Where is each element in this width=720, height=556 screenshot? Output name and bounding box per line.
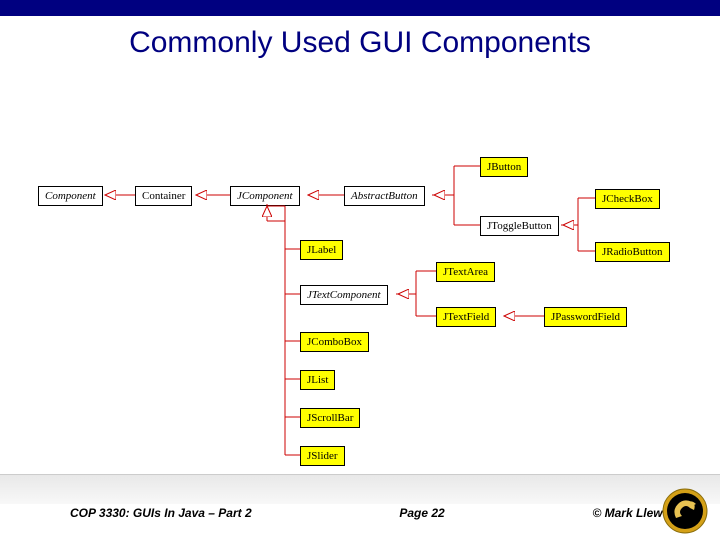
- footer-page: Page 22: [399, 506, 444, 520]
- slide-footer: COP 3330: GUIs In Java – Part 2 Page 22 …: [0, 474, 720, 540]
- ucf-pegasus-icon: [662, 488, 708, 534]
- footer-course: COP 3330: GUIs In Java – Part 2: [70, 506, 252, 520]
